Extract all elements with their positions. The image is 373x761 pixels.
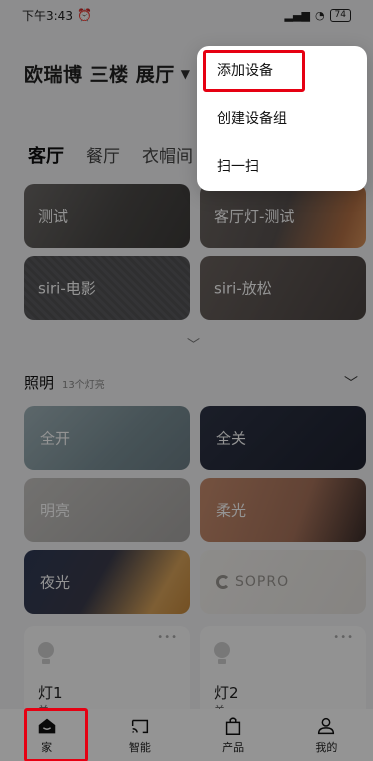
add-menu: 添加设备 创建设备组 扫一扫 [197,46,367,191]
menu-item-add-device[interactable]: 添加设备 [197,46,367,94]
menu-item-create-group[interactable]: 创建设备组 [197,94,367,142]
app-screen: 下午3:43 ⏰ ▂▄▆ ◔ 74 欧瑞博 三楼 展厅 ▼ 客厅 餐厅 衣帽间 … [0,0,373,761]
menu-item-scan[interactable]: 扫一扫 [197,142,367,190]
